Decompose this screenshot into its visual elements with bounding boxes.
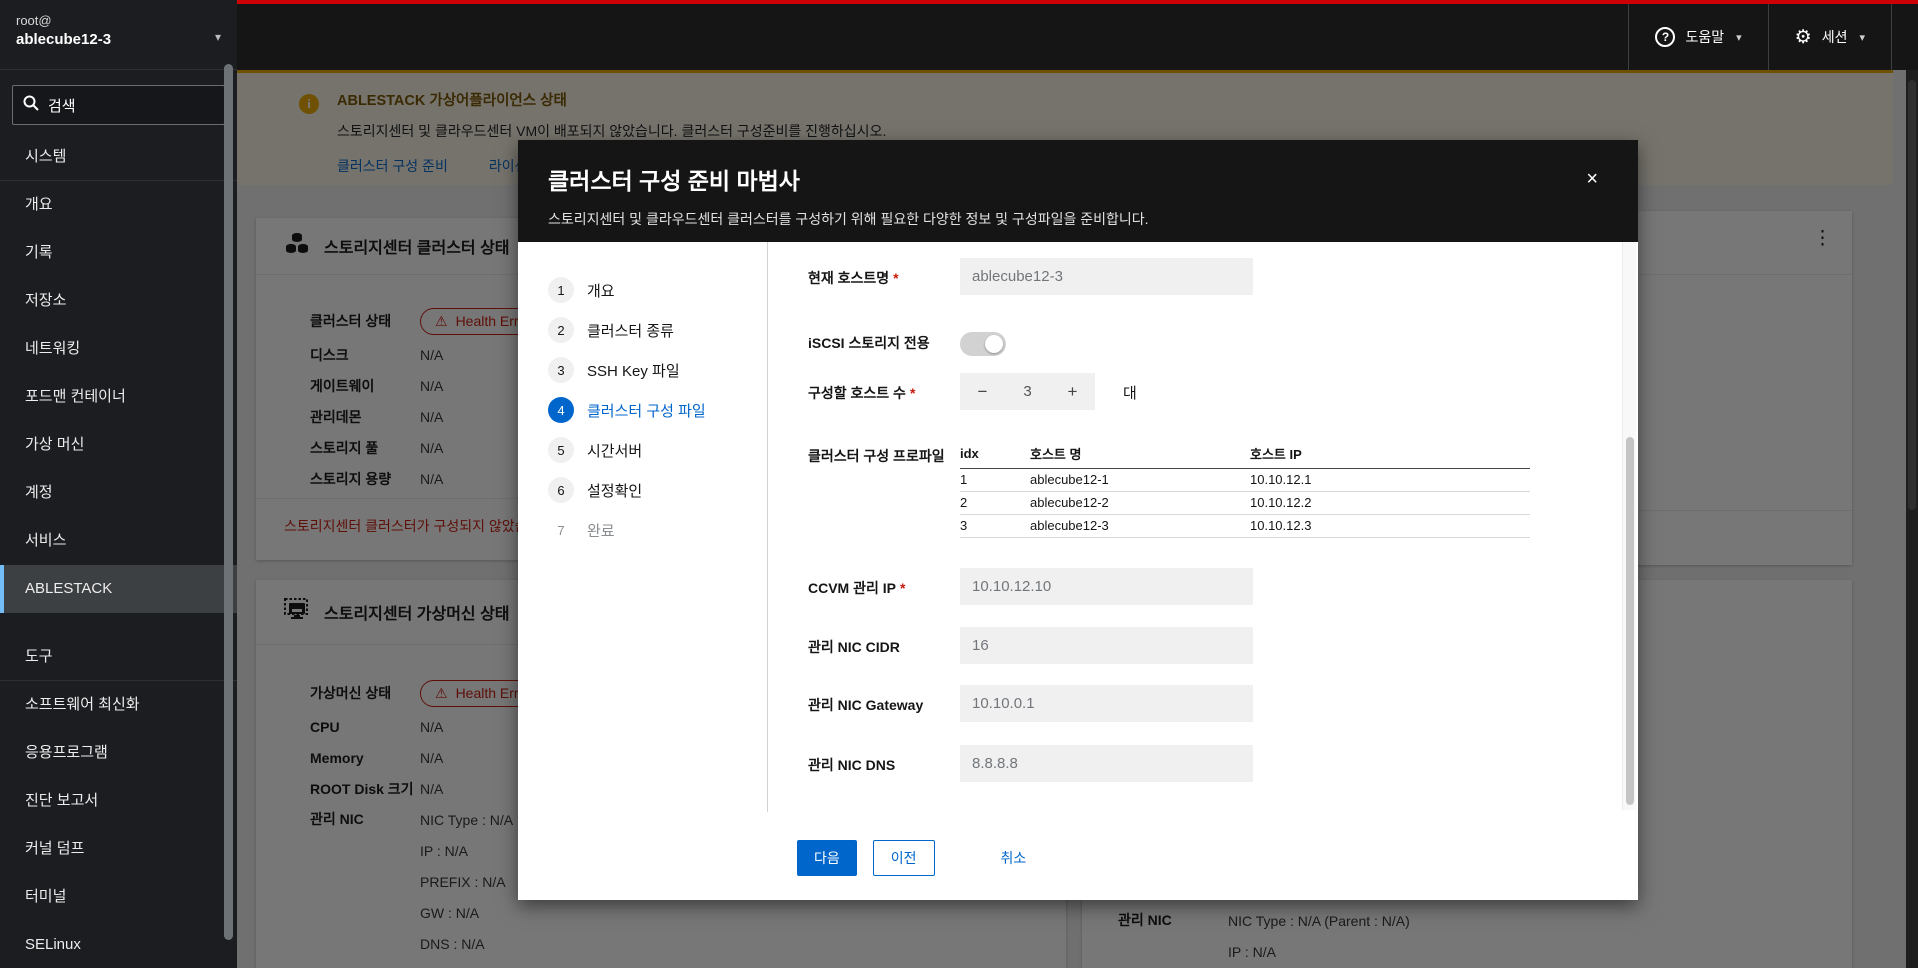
sidebar-nav: 시스템 개요 기록 저장소 네트워킹 포드맨 컨테이너 가상 머신 계정 서비스… bbox=[0, 133, 237, 968]
cluster-profile-table: idx 호스트 명 호스트 IP 1 ablecube12-1 10.10.12… bbox=[960, 442, 1530, 538]
sidebar-item-storage[interactable]: 저장소 bbox=[0, 277, 237, 325]
session-label: 세션 bbox=[1821, 29, 1848, 45]
search-input[interactable]: 검색 bbox=[12, 85, 225, 125]
required-marker: * bbox=[909, 385, 916, 401]
help-label: 도움말 bbox=[1685, 29, 1725, 45]
wizard-subtitle: 스토리지센터 및 클라우드센터 클러스터를 구성하기 위해 필요한 다양한 정보… bbox=[548, 211, 1149, 227]
wizard-header: 클러스터 구성 준비 마법사 스토리지센터 및 클라우드센터 클러스터를 구성하… bbox=[518, 140, 1638, 242]
decrement-button[interactable]: − bbox=[960, 382, 1005, 402]
ccvm-management-ip-input[interactable]: 10.10.12.10 bbox=[960, 568, 1253, 605]
sidebar-item-diagnostic-reports[interactable]: 진단 보고서 bbox=[0, 777, 237, 825]
sidebar-item-networking[interactable]: 네트워킹 bbox=[0, 325, 237, 373]
user-label: root@ bbox=[16, 13, 52, 28]
chevron-down-icon: ▾ bbox=[1859, 31, 1865, 44]
field-label: CCVM 관리 IP bbox=[808, 580, 896, 596]
management-nic-cidr-input[interactable]: 16 bbox=[960, 627, 1253, 664]
field-label: 관리 NIC DNS bbox=[808, 757, 896, 773]
host-count-unit: 대 bbox=[1123, 385, 1137, 402]
wizard-step-complete[interactable]: 7 완료 bbox=[518, 510, 767, 550]
help-menu-button[interactable]: ? 도움말 ▾ bbox=[1628, 4, 1767, 70]
wizard-form: 현재 호스트명 * ablecube12-3 iSCSI 스토리지 전용 구성할 … bbox=[768, 242, 1638, 812]
required-marker: * bbox=[893, 270, 899, 286]
sidebar-item-system[interactable]: 시스템 bbox=[0, 133, 237, 181]
session-menu-button[interactable]: ⚙ 세션 ▾ bbox=[1767, 4, 1892, 70]
masthead-actions: ? 도움말 ▾ ⚙ 세션 ▾ bbox=[1628, 4, 1892, 70]
iscsi-only-toggle[interactable] bbox=[960, 332, 1006, 356]
wizard-step-ssh-key[interactable]: 3 SSH Key 파일 bbox=[518, 350, 767, 390]
close-icon[interactable]: × bbox=[1586, 168, 1598, 191]
field-label: iSCSI 스토리지 전용 bbox=[808, 335, 930, 351]
wizard-step-overview[interactable]: 1 개요 bbox=[518, 270, 767, 310]
column-header: idx bbox=[960, 442, 1030, 469]
wizard-steps: 1 개요 2 클러스터 종류 3 SSH Key 파일 4 클러스터 구성 파일 5 시간… bbox=[518, 242, 768, 812]
page: root@ ablecube12-3 ▾ 검색 시스템 개요 기록 저장소 네트… bbox=[0, 0, 1918, 968]
host-count-stepper: − 3 + bbox=[960, 373, 1095, 410]
wizard-step-confirm-settings[interactable]: 6 설정확인 bbox=[518, 470, 767, 510]
chevron-down-icon: ▾ bbox=[1736, 31, 1742, 44]
wizard-step-cluster-type[interactable]: 2 클러스터 종류 bbox=[518, 310, 767, 350]
sidebar-item-podman[interactable]: 포드맨 컨테이너 bbox=[0, 373, 237, 421]
sidebar-item-terminal[interactable]: 터미널 bbox=[0, 873, 237, 921]
previous-button[interactable]: 이전 bbox=[872, 840, 935, 876]
required-marker: * bbox=[900, 580, 906, 596]
sidebar-item-kernel-dump[interactable]: 커널 덤프 bbox=[0, 825, 237, 873]
next-button[interactable]: 다음 bbox=[797, 840, 857, 876]
table-row: 1 ablecube12-1 10.10.12.1 bbox=[960, 468, 1530, 492]
current-hostname-input[interactable]: ablecube12-3 bbox=[960, 258, 1253, 295]
table-row: 3 ablecube12-3 10.10.12.3 bbox=[960, 514, 1530, 538]
wizard-body: 1 개요 2 클러스터 종류 3 SSH Key 파일 4 클러스터 구성 파일 5 시간… bbox=[518, 242, 1638, 812]
cluster-wizard-modal: 클러스터 구성 준비 마법사 스토리지센터 및 클라우드센터 클러스터를 구성하… bbox=[518, 140, 1638, 900]
hostname-label: ablecube12-3 bbox=[16, 31, 112, 48]
sidebar-item-overview[interactable]: 개요 bbox=[0, 181, 237, 229]
management-nic-gateway-input[interactable]: 10.10.0.1 bbox=[960, 685, 1253, 722]
sidebar-item-selinux[interactable]: SELinux bbox=[0, 921, 237, 968]
sidebar-item-accounts[interactable]: 계정 bbox=[0, 469, 237, 517]
table-row: 2 ablecube12-2 10.10.12.2 bbox=[960, 491, 1530, 515]
field-label: 관리 NIC Gateway bbox=[808, 697, 924, 713]
sidebar-item-tools[interactable]: 도구 bbox=[0, 633, 237, 681]
host-count-value[interactable]: 3 bbox=[1005, 383, 1050, 400]
sidebar-item-ablestack[interactable]: ABLESTACK bbox=[0, 565, 237, 613]
wizard-step-cluster-config-file[interactable]: 4 클러스터 구성 파일 bbox=[518, 390, 767, 430]
wizard-step-time-server[interactable]: 5 시간서버 bbox=[518, 430, 767, 470]
wizard-footer: 다음 이전 취소 bbox=[518, 812, 1638, 900]
host-switcher[interactable]: root@ ablecube12-3 ▾ bbox=[0, 0, 237, 70]
sidebar: root@ ablecube12-3 ▾ 검색 시스템 개요 기록 저장소 네트… bbox=[0, 0, 237, 968]
search-placeholder: 검색 bbox=[48, 97, 76, 115]
chevron-down-icon: ▾ bbox=[214, 30, 221, 44]
help-icon: ? bbox=[1655, 27, 1676, 47]
increment-button[interactable]: + bbox=[1050, 382, 1095, 402]
sidebar-item-applications[interactable]: 응용프로그램 bbox=[0, 729, 237, 777]
cancel-button[interactable]: 취소 bbox=[1001, 840, 1027, 876]
field-label: 관리 NIC CIDR bbox=[808, 639, 900, 655]
wizard-title: 클러스터 구성 준비 마법사 bbox=[548, 168, 800, 194]
field-label: 구성할 호스트 수 bbox=[808, 385, 906, 401]
sidebar-item-logs[interactable]: 기록 bbox=[0, 229, 237, 277]
gear-icon: ⚙ bbox=[1794, 26, 1812, 48]
field-label: 클러스터 구성 프로파일 bbox=[808, 448, 945, 464]
field-label: 현재 호스트명 bbox=[808, 270, 890, 286]
masthead: ? 도움말 ▾ ⚙ 세션 ▾ bbox=[237, 0, 1918, 70]
sidebar-item-virtual-machines[interactable]: 가상 머신 bbox=[0, 421, 237, 469]
sidebar-scrollbar[interactable] bbox=[224, 64, 233, 940]
column-header: 호스트 IP bbox=[1250, 442, 1530, 469]
wizard-scrollbar[interactable] bbox=[1622, 242, 1636, 810]
search-icon bbox=[23, 95, 39, 115]
sidebar-item-software-updates[interactable]: 소프트웨어 최신화 bbox=[0, 681, 237, 729]
column-header: 호스트 명 bbox=[1030, 442, 1250, 469]
sidebar-item-services[interactable]: 서비스 bbox=[0, 517, 237, 565]
management-nic-dns-input[interactable]: 8.8.8.8 bbox=[960, 745, 1253, 782]
